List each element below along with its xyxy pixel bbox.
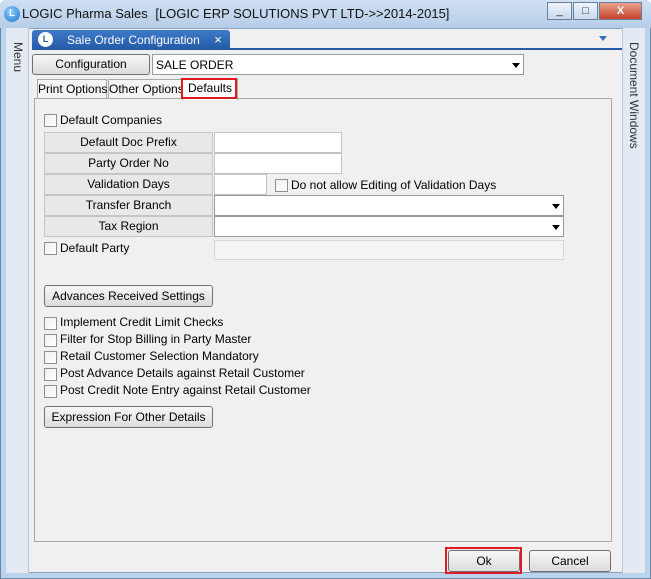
minimize-button[interactable]: _ <box>547 2 572 20</box>
tax-region-select[interactable] <box>214 216 564 237</box>
document-windows-panel[interactable]: Document Windows <box>622 28 645 573</box>
validation-days-input[interactable] <box>214 174 267 195</box>
chevron-down-icon <box>552 225 560 230</box>
chevron-down-icon <box>512 63 520 68</box>
maximize-button[interactable]: □ <box>573 2 598 20</box>
doc-tab-strip <box>230 48 622 50</box>
check-retail-customer-mandatory-label: Retail Customer Selection Mandatory <box>60 349 259 363</box>
doc-logo-icon: L <box>38 32 53 47</box>
side-menu-label: Menu <box>11 42 25 73</box>
doc-tab-sale-order[interactable]: L Sale Order Configuration × <box>32 30 230 50</box>
check-post-advance[interactable] <box>44 368 57 381</box>
transfer-branch-label: Transfer Branch <box>44 195 213 216</box>
ok-button-highlight <box>445 547 522 574</box>
doc-tab-close-icon[interactable]: × <box>210 32 226 48</box>
cancel-button[interactable]: Cancel <box>529 550 611 572</box>
check-stop-billing-label: Filter for Stop Billing in Party Master <box>60 332 252 346</box>
tab-print-options[interactable]: Print Options <box>37 79 107 99</box>
app-title: LOGIC Pharma Sales <box>22 6 148 21</box>
close-button[interactable]: X <box>599 2 642 20</box>
doc-prefix-input[interactable] <box>214 132 342 153</box>
app-logo-icon: L <box>4 6 20 22</box>
default-companies-label: Default Companies <box>60 113 163 127</box>
doc-tab-dropdown-icon[interactable] <box>599 36 607 41</box>
configuration-value: SALE ORDER <box>156 58 234 72</box>
configuration-select[interactable]: SALE ORDER <box>152 54 524 75</box>
tax-region-label: Tax Region <box>44 216 213 237</box>
default-party-input <box>214 240 564 260</box>
check-retail-customer-mandatory[interactable] <box>44 351 57 364</box>
party-order-no-input[interactable] <box>214 153 342 174</box>
title-bar[interactable]: L LOGIC Pharma Sales [LOGIC ERP SOLUTION… <box>0 0 651 28</box>
check-post-credit-note[interactable] <box>44 385 57 398</box>
default-companies-checkbox[interactable] <box>44 114 57 127</box>
check-credit-limit[interactable] <box>44 317 57 330</box>
tab-other-options[interactable]: Other Options <box>108 79 184 99</box>
company-title: [LOGIC ERP SOLUTIONS PVT LTD->>2014-2015… <box>155 6 450 21</box>
close-icon: X <box>616 5 625 17</box>
no-edit-validation-label: Do not allow Editing of Validation Days <box>291 178 497 192</box>
doc-tab-title: Sale Order Configuration <box>67 33 200 47</box>
document-windows-label: Document Windows <box>627 42 641 149</box>
maximize-icon: □ <box>582 5 589 17</box>
defaults-tab-highlight <box>181 78 237 99</box>
doc-prefix-label: Default Doc Prefix <box>44 132 213 153</box>
party-order-no-label: Party Order No <box>44 153 213 174</box>
check-stop-billing[interactable] <box>44 334 57 347</box>
check-post-credit-note-label: Post Credit Note Entry against Retail Cu… <box>60 383 311 397</box>
check-credit-limit-label: Implement Credit Limit Checks <box>60 315 224 329</box>
side-menu-panel[interactable]: Menu <box>6 28 29 573</box>
advances-received-settings-button[interactable]: Advances Received Settings <box>44 285 213 307</box>
check-post-advance-label: Post Advance Details against Retail Cust… <box>60 366 305 380</box>
default-party-checkbox[interactable] <box>44 242 57 255</box>
expression-other-details-button[interactable]: Expression For Other Details <box>44 406 213 428</box>
no-edit-validation-checkbox[interactable] <box>275 179 288 192</box>
chevron-down-icon <box>552 204 560 209</box>
configuration-button[interactable]: Configuration <box>32 54 150 75</box>
transfer-branch-select[interactable] <box>214 195 564 216</box>
validation-days-label: Validation Days <box>44 174 213 195</box>
default-party-label: Default Party <box>60 241 130 255</box>
minimize-icon: _ <box>556 5 563 17</box>
